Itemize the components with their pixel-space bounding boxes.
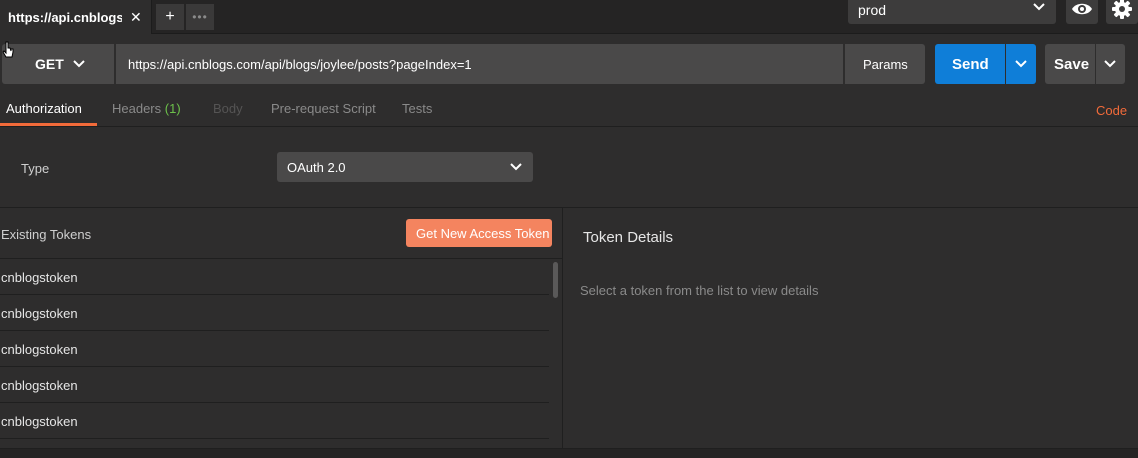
token-list-scrollbar[interactable] <box>553 262 558 298</box>
token-list-item[interactable]: cnblogstoken <box>0 367 549 403</box>
url-input[interactable]: https://api.cnblogs.com/api/blogs/joylee… <box>116 44 843 84</box>
code-link[interactable]: Code <box>1096 103 1127 118</box>
chevron-down-icon <box>1104 60 1116 68</box>
existing-tokens-heading: Existing Tokens <box>1 227 92 242</box>
tab-bar: https://api.cnblogs.c ✕ + ••• prod <box>0 0 1138 34</box>
request-section-tabs: Authorization Headers (1) Body Pre-reque… <box>0 90 1138 127</box>
environment-select[interactable]: prod <box>848 0 1056 24</box>
chevron-down-icon <box>1033 3 1045 11</box>
tab-headers[interactable]: Headers (1) <box>112 101 181 116</box>
url-value: https://api.cnblogs.com/api/blogs/joylee… <box>128 57 472 72</box>
params-button[interactable]: Params <box>845 44 925 84</box>
params-label: Params <box>863 57 908 72</box>
token-name: cnblogstoken <box>1 414 78 429</box>
tab-tests[interactable]: Tests <box>402 101 432 116</box>
token-list-item[interactable]: cnblogstoken <box>0 259 549 295</box>
send-label: Send <box>952 56 989 73</box>
more-icon[interactable]: ••• <box>186 4 214 30</box>
status-bar <box>0 448 1138 458</box>
cursor-icon <box>2 41 14 58</box>
token-name: cnblogstoken <box>1 342 78 357</box>
save-button[interactable]: Save <box>1045 44 1095 84</box>
tab-headers-label: Headers <box>112 101 162 116</box>
method-select[interactable]: GET <box>2 44 114 84</box>
chevron-down-icon <box>510 163 522 171</box>
settings-button[interactable] <box>1106 0 1138 24</box>
get-new-access-token-label: Get New Access Token <box>416 226 550 241</box>
request-tab[interactable]: https://api.cnblogs.c ✕ <box>0 0 152 34</box>
token-list-item[interactable]: cnblogstoken <box>0 331 549 367</box>
auth-type-value: OAuth 2.0 <box>287 160 346 175</box>
environment-quick-look-button[interactable] <box>1066 0 1098 24</box>
save-label: Save <box>1054 56 1090 73</box>
tab-authorization[interactable]: Authorization <box>6 101 82 116</box>
tab-body[interactable]: Body <box>213 101 243 116</box>
token-name: cnblogstoken <box>1 306 78 321</box>
request-tab-title: https://api.cnblogs.c <box>8 10 122 25</box>
token-details-hint: Select a token from the list to view det… <box>580 283 819 298</box>
chevron-down-icon <box>73 60 85 68</box>
send-options-button[interactable] <box>1006 44 1036 84</box>
auth-type-select[interactable]: OAuth 2.0 <box>277 152 533 182</box>
plus-icon[interactable]: + <box>156 4 184 30</box>
method-label: GET <box>35 56 64 72</box>
token-list-item[interactable]: cnblogstoken <box>0 403 549 439</box>
close-icon[interactable]: ✕ <box>130 9 142 26</box>
chevron-down-icon <box>1015 60 1027 68</box>
token-details-heading: Token Details <box>583 229 674 246</box>
auth-type-label: Type <box>21 161 50 176</box>
tab-prerequest-script[interactable]: Pre-request Script <box>271 101 376 116</box>
send-button[interactable]: Send <box>935 44 1005 84</box>
token-name: cnblogstoken <box>1 270 78 285</box>
headers-count-badge: (1) <box>164 101 181 116</box>
section-divider <box>0 207 1138 208</box>
save-options-button[interactable] <box>1096 44 1125 84</box>
token-list-item[interactable]: cnblogstoken <box>0 295 549 331</box>
active-tab-indicator <box>0 123 97 126</box>
token-name: cnblogstoken <box>1 378 78 393</box>
panel-divider <box>562 208 563 448</box>
environment-label: prod <box>858 2 887 18</box>
gear-icon <box>1112 0 1132 19</box>
get-new-access-token-button[interactable]: Get New Access Token <box>406 219 552 247</box>
eye-icon <box>1072 3 1092 15</box>
